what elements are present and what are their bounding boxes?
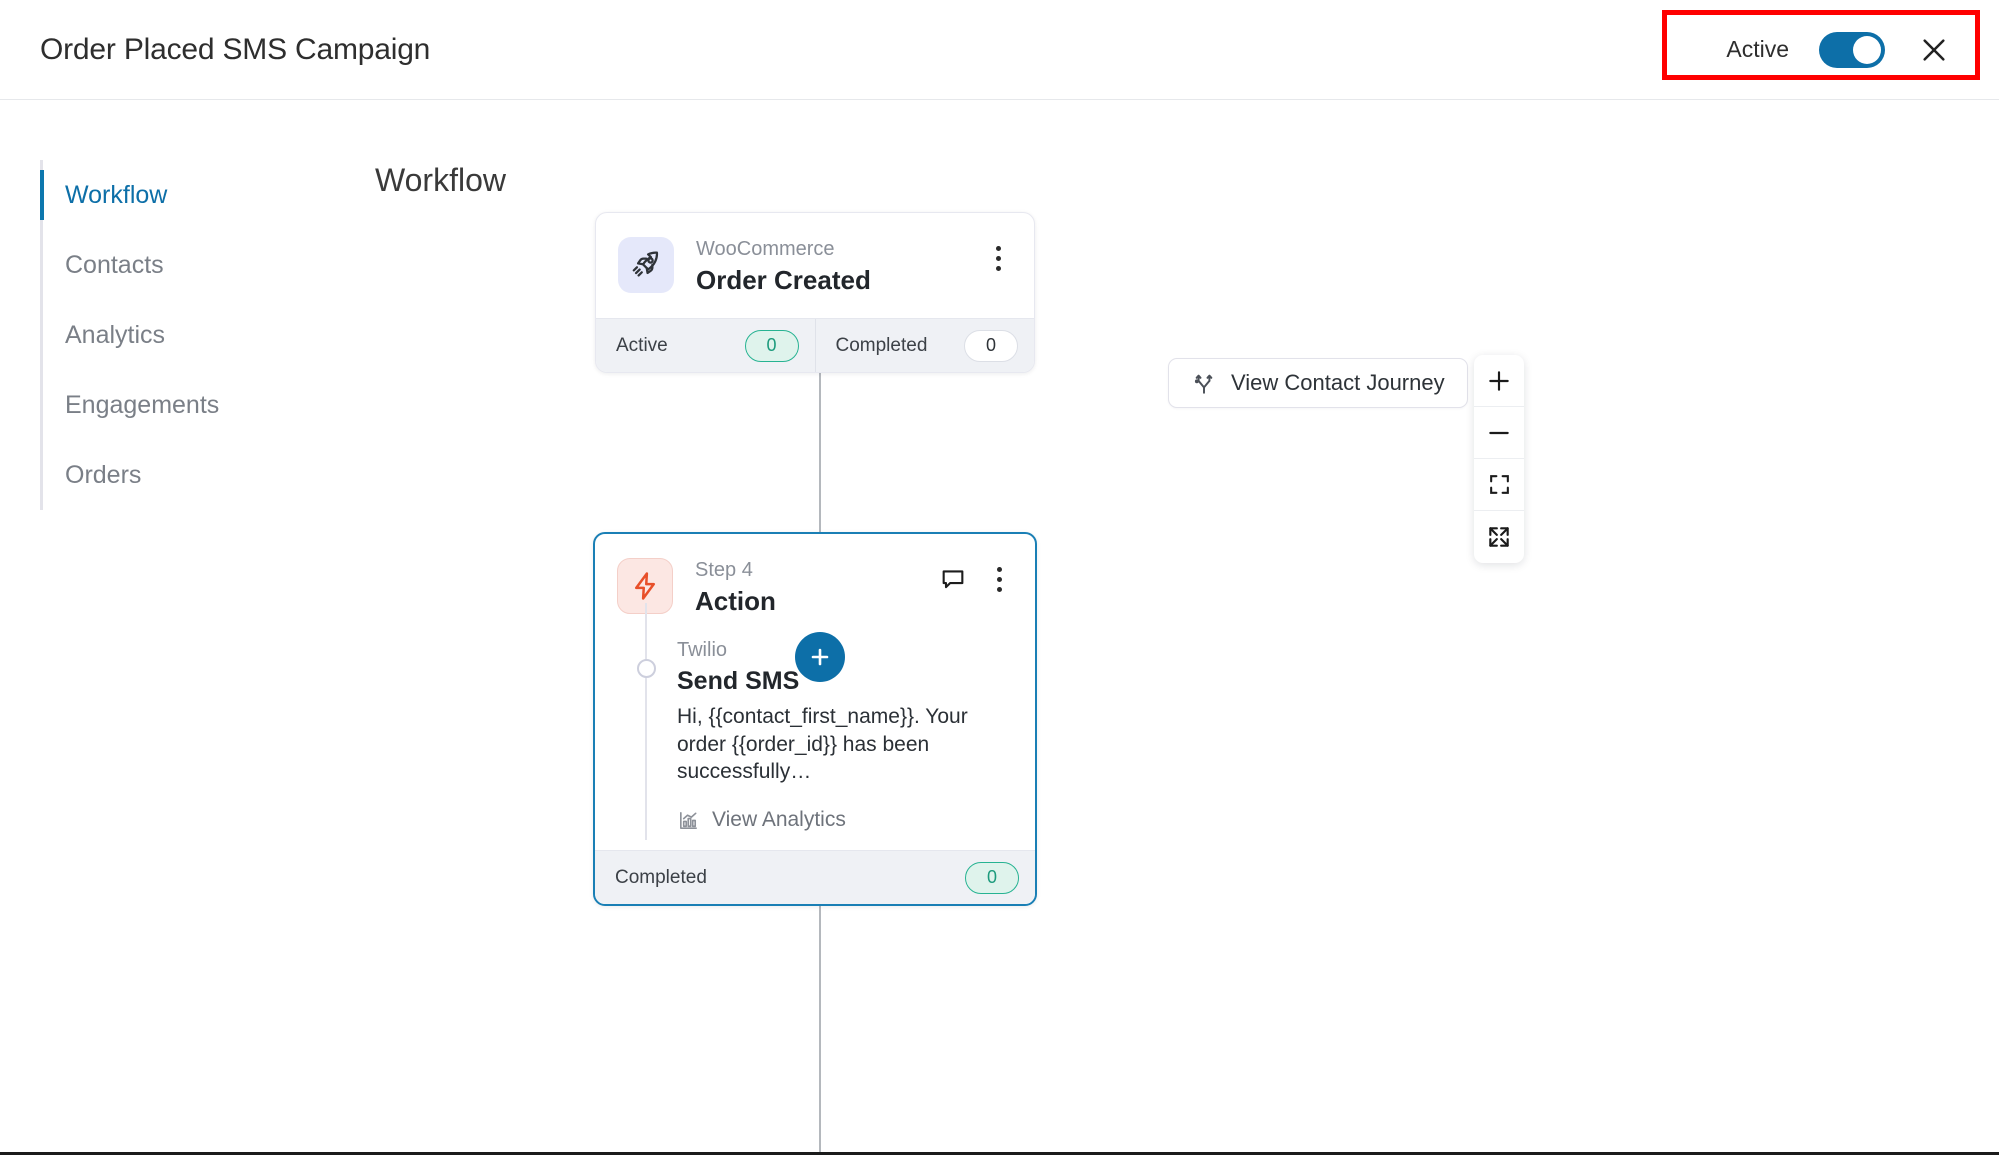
action-sub-rail <box>645 603 647 841</box>
sidebar-item-contacts[interactable]: Contacts <box>43 230 310 300</box>
trigger-more-menu-icon[interactable] <box>984 241 1012 275</box>
minus-icon <box>1489 431 1509 434</box>
trigger-stat-active-value: 0 <box>744 329 799 362</box>
action-stat-completed-value: 0 <box>965 861 1019 894</box>
add-node-button[interactable] <box>795 632 845 682</box>
action-sub-rail-dot <box>637 659 656 678</box>
close-button[interactable] <box>1915 31 1953 69</box>
view-analytics-link[interactable]: View Analytics <box>677 808 1013 832</box>
top-bar-actions: Active <box>1726 31 1953 69</box>
action-stat-completed-label: Completed <box>615 866 707 888</box>
active-toggle[interactable] <box>1819 31 1885 68</box>
workflow-editor-screen: Order Placed SMS Campaign Active Workflo… <box>0 0 1999 1155</box>
sidebar-item-label: Orders <box>65 460 142 489</box>
sidebar-item-label: Workflow <box>65 180 168 209</box>
plus-icon <box>811 648 829 666</box>
fit-view-button[interactable] <box>1474 459 1524 511</box>
action-stat-completed[interactable]: Completed 0 <box>595 851 1035 904</box>
trigger-card-header: WooCommerce Order Created <box>596 213 1034 318</box>
fit-view-icon <box>1489 475 1509 494</box>
sidebar-item-label: Contacts <box>65 250 164 279</box>
sidebar-item-engagements[interactable]: Engagements <box>43 370 310 440</box>
sidebar-item-orders[interactable]: Orders <box>43 440 310 510</box>
fullscreen-button[interactable] <box>1474 511 1524 563</box>
trigger-stat-active[interactable]: Active 0 <box>596 319 815 372</box>
view-contact-journey-label: View Contact Journey <box>1231 370 1445 395</box>
substep-vendor: Twilio <box>677 639 728 661</box>
substep-message: Hi, {{contact_first_name}}. Your order {… <box>677 705 968 784</box>
close-icon <box>1923 38 1945 61</box>
fullscreen-icon <box>1489 527 1509 547</box>
plus-icon <box>1489 370 1509 391</box>
trigger-stat-completed[interactable]: Completed 0 <box>814 319 1035 372</box>
trigger-vendor: WooCommerce <box>696 238 835 260</box>
canvas-heading: Workflow <box>375 162 506 198</box>
trigger-node-card[interactable]: WooCommerce Order Created Active 0 Compl… <box>595 212 1035 373</box>
view-contact-journey-button[interactable]: View Contact Journey <box>1168 358 1468 408</box>
action-node-card[interactable]: Step 4 Action Twilio Send SMS Hi, {{cont… <box>593 532 1037 907</box>
branch-route-icon <box>1194 374 1213 394</box>
zoom-out-button[interactable] <box>1474 407 1524 459</box>
action-more-menu-icon[interactable] <box>985 562 1013 596</box>
trigger-card-actions <box>984 237 1012 275</box>
trigger-card-footer: Active 0 Completed 0 <box>596 318 1034 372</box>
action-card-actions <box>939 558 1013 596</box>
trigger-title: Order Created <box>696 265 871 295</box>
action-title: Action <box>695 586 776 616</box>
rocket-icon <box>618 237 674 293</box>
action-card-header: Step 4 Action <box>595 534 1035 639</box>
page-title: Order Placed SMS Campaign <box>40 32 431 66</box>
substep-title: Send SMS <box>677 667 800 695</box>
top-bar: Order Placed SMS Campaign Active <box>0 0 1999 100</box>
workflow-canvas[interactable]: Workflow WooCommerce Order Created Activ… <box>310 100 1999 1155</box>
sidebar-item-label: Engagements <box>65 390 220 419</box>
action-card-footer: Completed 0 <box>595 850 1035 905</box>
zoom-in-button[interactable] <box>1474 355 1524 407</box>
trigger-stat-completed-value: 0 <box>964 329 1018 362</box>
view-analytics-label: View Analytics <box>712 808 846 832</box>
trigger-card-text: WooCommerce Order Created <box>696 237 984 296</box>
sidebar-item-label: Analytics <box>65 320 166 349</box>
action-step-label: Step 4 <box>695 559 753 581</box>
bar-chart-icon <box>680 811 697 829</box>
comment-icon[interactable] <box>939 565 967 593</box>
sidebar-item-workflow[interactable]: Workflow <box>40 160 310 230</box>
zoom-controls-panel <box>1474 355 1524 563</box>
action-card-text: Step 4 Action <box>695 558 939 617</box>
trigger-stat-active-label: Active <box>616 334 668 356</box>
toggle-knob <box>1853 35 1881 64</box>
status-label: Active <box>1726 36 1789 62</box>
action-substep[interactable]: Twilio Send SMS Hi, {{contact_first_name… <box>677 639 1013 832</box>
sidebar-nav: Workflow Contacts Analytics Engagements … <box>40 160 310 510</box>
trigger-stat-completed-label: Completed <box>835 334 928 356</box>
sidebar-item-analytics[interactable]: Analytics <box>43 300 310 370</box>
